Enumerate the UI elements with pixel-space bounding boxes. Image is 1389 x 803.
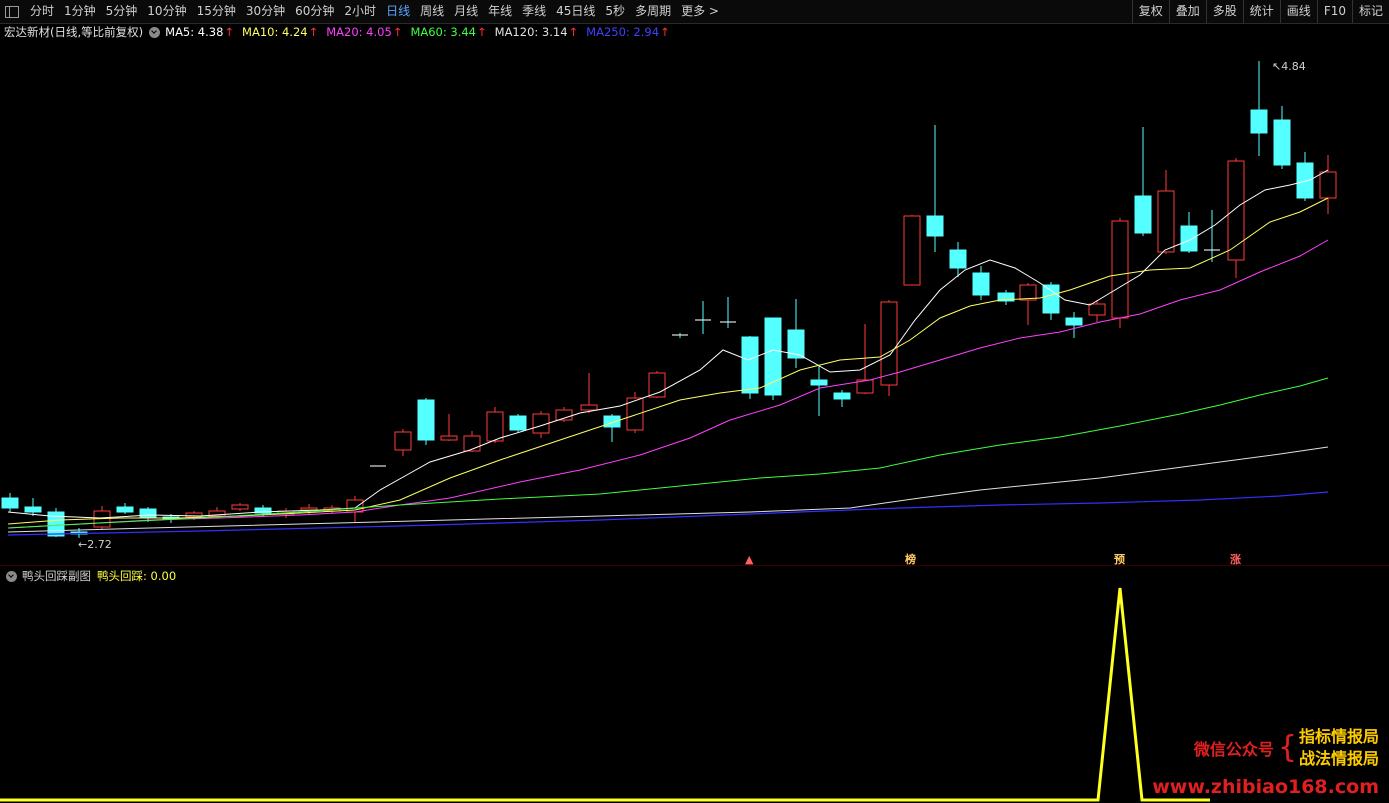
watermark-url: www.zhibiao168.com bbox=[1152, 776, 1379, 798]
candle-body bbox=[603, 415, 621, 428]
candle-body bbox=[24, 506, 42, 513]
candle-body bbox=[1250, 109, 1268, 134]
candle-body bbox=[903, 215, 921, 286]
candle-body bbox=[1273, 119, 1291, 166]
candle-body bbox=[764, 317, 782, 396]
watermark-line2: 战法情报局 bbox=[1298, 749, 1379, 768]
ma250-line bbox=[7, 491, 1329, 536]
ma120-line bbox=[7, 446, 1329, 533]
candle-body bbox=[440, 435, 458, 441]
candle-body bbox=[972, 272, 990, 296]
ma20-line bbox=[7, 239, 1329, 529]
mark-yu[interactable]: 预 bbox=[1114, 551, 1125, 567]
low-price-label: ←2.72 bbox=[78, 538, 112, 551]
candle-body bbox=[1227, 160, 1245, 261]
candle-body bbox=[880, 301, 898, 386]
mark-bang[interactable]: 榜 bbox=[905, 551, 916, 567]
candle-body bbox=[1019, 284, 1037, 301]
kline-chart[interactable] bbox=[0, 0, 1389, 803]
ma5-line bbox=[7, 169, 1329, 519]
candle-body bbox=[509, 415, 527, 431]
mark-zhang[interactable]: 涨 bbox=[1230, 551, 1241, 567]
candle-body bbox=[1180, 225, 1198, 252]
candle-body bbox=[1296, 162, 1314, 199]
candle-body bbox=[231, 504, 249, 510]
candle-body bbox=[1065, 317, 1083, 326]
candle-body bbox=[1042, 284, 1060, 314]
candle-body bbox=[926, 215, 944, 237]
candle-body bbox=[1157, 190, 1175, 253]
high-price-label: ↖4.84 bbox=[1272, 60, 1306, 73]
candle-body bbox=[1, 497, 19, 509]
ma60-line bbox=[7, 377, 1329, 529]
watermark: 微信公众号 { 指标情报局 战法情报局 bbox=[1194, 726, 1379, 770]
watermark-line1: 指标情报局 bbox=[1298, 727, 1379, 746]
candle-body bbox=[394, 431, 412, 451]
sub-indicator-line bbox=[0, 587, 1210, 802]
candle-body bbox=[833, 392, 851, 400]
triangle-mark-icon: ▲ bbox=[745, 553, 754, 566]
candle-body bbox=[1319, 171, 1337, 199]
candle-body bbox=[116, 506, 134, 513]
candle-body bbox=[417, 399, 435, 441]
candle-body bbox=[580, 404, 598, 411]
candle-body bbox=[810, 379, 828, 386]
candle-body bbox=[1134, 195, 1152, 234]
candle-body bbox=[1088, 303, 1106, 316]
candle-body bbox=[486, 411, 504, 442]
ma10-line bbox=[7, 197, 1329, 525]
candle-body bbox=[1111, 220, 1129, 319]
candle-body bbox=[949, 249, 967, 269]
watermark-left: 微信公众号 bbox=[1193, 740, 1274, 759]
watermark-brace: { bbox=[1277, 730, 1297, 765]
candle-body bbox=[741, 336, 759, 394]
